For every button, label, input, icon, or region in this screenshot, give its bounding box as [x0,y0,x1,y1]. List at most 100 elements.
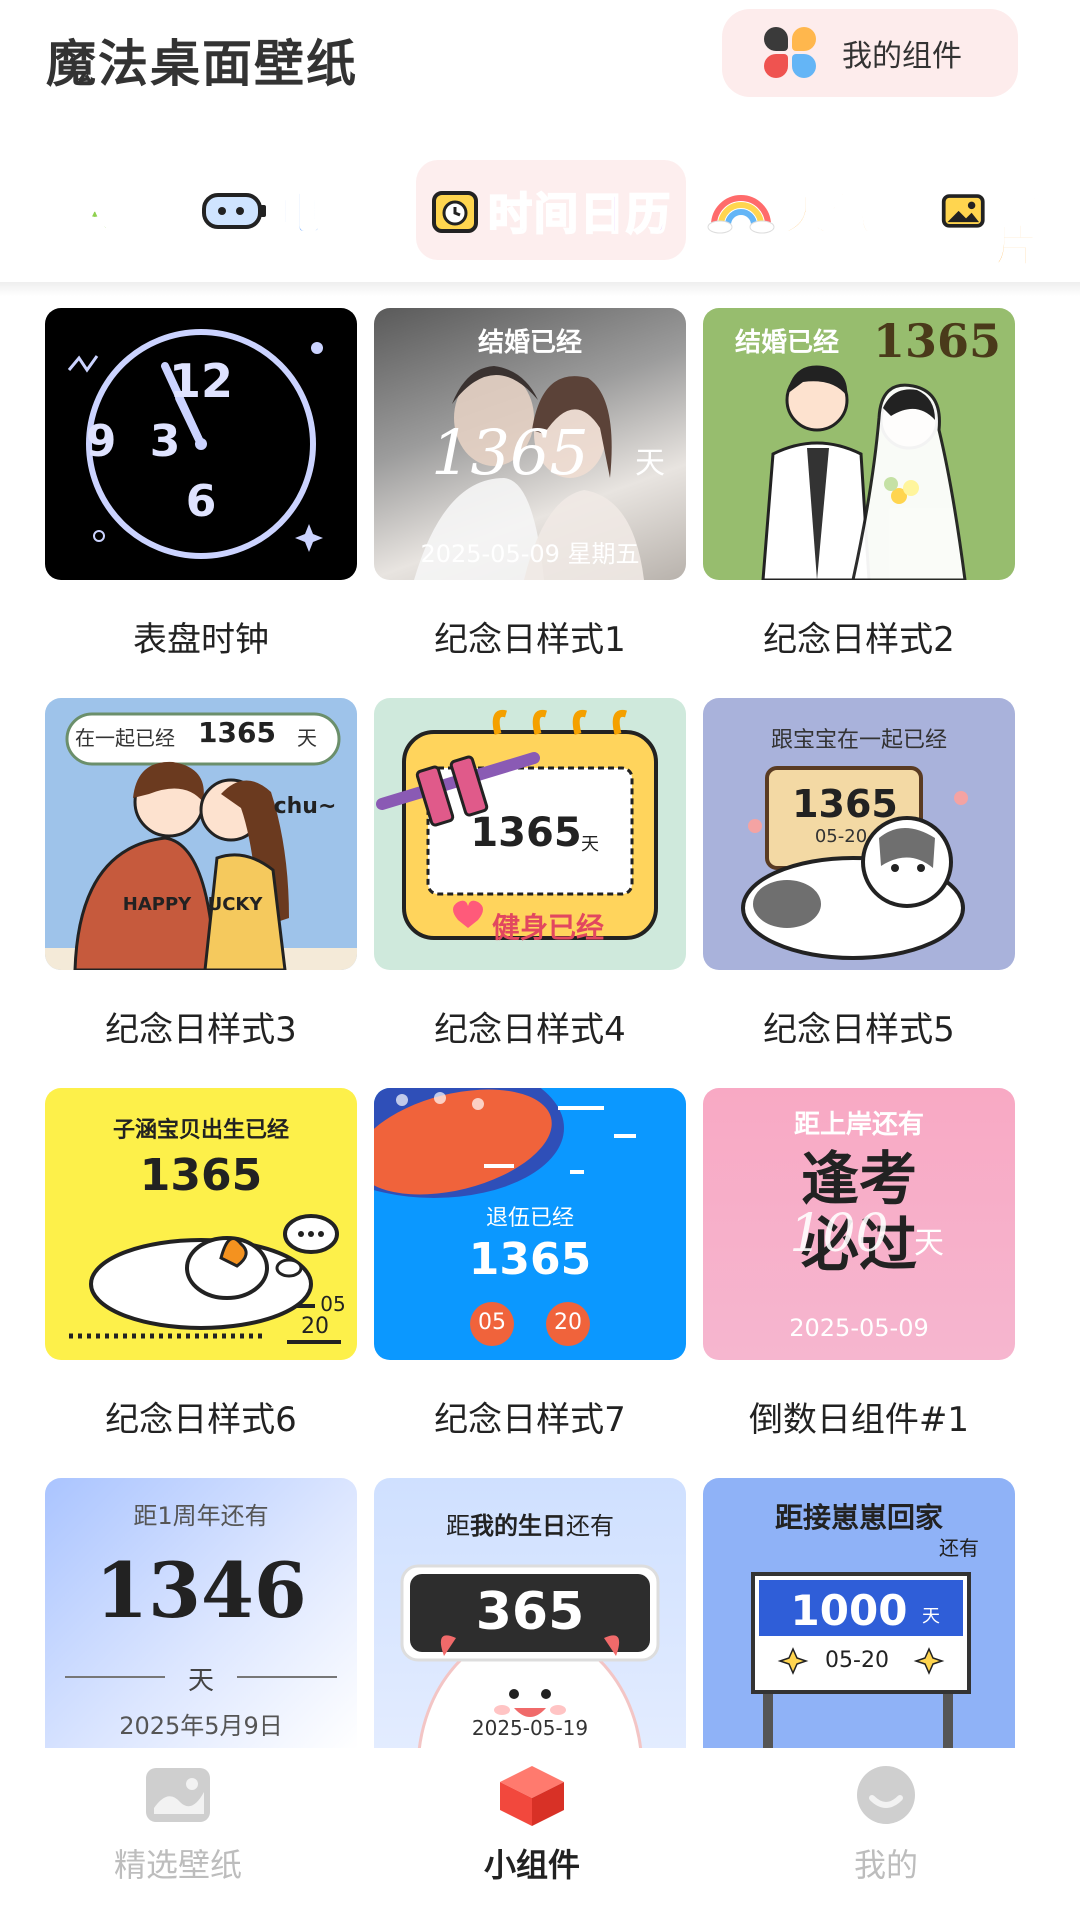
widget-preview-countdown-2: 距1周年还有 1346 天 2025年5月9日 [45,1478,357,1750]
widget-cube-icon [500,1766,564,1826]
tab-calendar[interactable]: 时间日历 [416,160,686,260]
widget-preview-countdown-1: 距上岸还有 逢考必过 100 天 2025-05-09 [703,1088,1015,1360]
anniversary-title: 子涵宝贝出生已经 [112,1118,289,1143]
nav-label: 精选壁纸 [113,1846,242,1884]
widget-card[interactable]: 退伍已经 1365 05 20 纪念日样式7 [374,1088,686,1440]
birthday-title-suffix: 还有 [566,1512,614,1540]
birthday-title-prefix: 距 [446,1512,470,1540]
nav-label: 小组件 [483,1846,580,1884]
tab-weather-label: 天气 [783,188,876,241]
countdown-unit: 天 [187,1666,214,1696]
widget-preview-clock: 12 3 6 9 [45,308,357,580]
birth-month: 05 [320,1292,346,1316]
countdown-subtitle: 还有 [939,1536,979,1560]
widget-card[interactable]: 距我的生日还有 365 2025-05-19 [374,1478,686,1750]
clock-number-12: 12 [168,354,233,408]
widget-label: 倒数日组件#1 [748,1400,970,1440]
countdown-title: 距接崽崽回家 [774,1501,943,1534]
tab-calendar-label: 时间日历 [487,188,672,241]
anniversary-title: 退伍已经 [485,1206,574,1231]
tab-fun[interactable]: 趣味 [19,160,112,260]
widget-card[interactable]: 距1周年还有 1346 天 2025年5月9日 [45,1478,357,1750]
birthday-title-emphasis: 我的生日 [470,1512,566,1540]
photo-icon [941,194,985,228]
rainbow-icon [707,195,775,234]
tab-photo-label: 照片 [993,156,1041,273]
widget-card[interactable]: 在一起已经 1365 天 chu~ HAPPY UCKY 纪念日样式3 [45,698,357,1050]
my-widgets-button[interactable]: 我的组件 [722,9,1018,97]
anniversary-date: 2025-05-09 星期五 [420,540,640,568]
birth-day: 20 [301,1314,329,1339]
countdown-date: 2025年5月9日 [119,1712,283,1740]
widget-card[interactable]: 12 3 6 9 表盘时钟 [45,308,357,660]
widget-card[interactable]: 跟宝宝在一起已经 1365 05-20 纪念日样式5 [703,698,1015,1050]
countdown-unit: 天 [922,1606,940,1627]
widget-label: 纪念日样式1 [434,620,626,660]
anniversary-title: 跟宝宝在一起已经 [770,728,947,753]
app-title: 魔法桌面壁纸 [46,35,358,93]
tab-weather[interactable]: 天气 [706,160,876,260]
widget-label: 纪念日样式4 [434,1010,626,1050]
countdown-title: 距上岸还有 [793,1110,924,1140]
tab-battery[interactable]: 电量 [200,160,370,260]
countdown-date: 05-20 [825,1648,889,1673]
anniversary-day: 20 [554,1310,582,1335]
nav-item-widgets[interactable]: 小组件 [412,1764,652,1886]
countdown-unit: 天 [914,1226,944,1261]
widget-preview-anniversary-3: 在一起已经 1365 天 chu~ HAPPY UCKY [45,698,357,970]
nav-label: 我的 [853,1846,918,1884]
widget-preview-anniversary-4: 1365 天 健身已经 [374,698,686,970]
widget-card[interactable]: 距上岸还有 逢考必过 100 天 2025-05-09 倒数日组件#1 [703,1088,1015,1440]
widget-preview-anniversary-7: 退伍已经 1365 05 20 [374,1088,686,1360]
profile-icon [857,1766,915,1824]
anniversary-unit: 天 [635,446,665,481]
tab-photo[interactable]: 照片 [940,156,1080,273]
widget-label: 纪念日样式3 [105,1010,297,1050]
nav-item-profile[interactable]: 我的 [766,1764,1006,1886]
widget-card[interactable]: 结婚已经 1365 天 2025-05-09 星期五 纪念日样式1 [374,308,686,660]
widget-label: 纪念日样式2 [763,620,955,660]
anniversary-title: 结婚已经 [477,328,582,358]
tab-battery-label: 电量 [277,188,370,241]
widget-preview-anniversary-2: 结婚已经 1365 [703,308,1015,580]
anniversary-number: 1365 [792,782,898,826]
widget-preview-anniversary-5: 跟宝宝在一起已经 1365 05-20 [703,698,1015,970]
anniversary-unit: 天 [581,834,599,855]
bottom-nav: 精选壁纸 小组件 我的 [0,1748,1080,1920]
calendar-clock-icon [432,191,478,233]
my-widgets-label: 我的组件 [842,39,962,74]
tab-fun-label: 趣味 [19,188,112,241]
chu-text: chu~ [273,794,337,819]
widget-preview-countdown-3: 距我的生日还有 365 2025-05-19 [374,1478,686,1750]
widget-preview-countdown-4: 距接崽崽回家 还有 1000 天 05-20 [703,1478,1015,1750]
countdown-date: 2025-05-09 [789,1314,929,1342]
widget-card[interactable]: 1365 天 健身已经 纪念日样式4 [374,698,686,1050]
widget-label: 纪念日样式6 [105,1400,297,1440]
widget-card[interactable]: 距接崽崽回家 还有 1000 天 05-20 [703,1478,1015,1750]
anniversary-number: 1365 [468,1234,592,1285]
anniversary-number: 1365 [139,1150,263,1201]
clock-number-6: 6 [185,476,217,527]
widget-label: 表盘时钟 [133,620,269,660]
anniversary-footer: 健身已经 [491,911,604,944]
widget-card[interactable]: 子涵宝贝出生已经 1365 05 20 纪念日样式6 [45,1088,357,1440]
widget-preview-anniversary-1: 结婚已经 1365 天 2025-05-09 星期五 [374,308,686,580]
widget-label: 纪念日样式5 [763,1010,955,1050]
app-header: 魔法桌面壁纸 我的组件 [0,0,1080,110]
widget-preview-anniversary-6: 子涵宝贝出生已经 1365 05 20 [45,1088,357,1360]
category-tabs: 趣味 电量 时间日历 天气 照片 [0,156,1080,273]
countdown-title: 距1周年还有 [133,1502,269,1530]
nav-item-wallpapers[interactable]: 精选壁纸 [58,1764,298,1886]
anniversary-number: 1365 [872,314,1002,368]
clock-number-9: 9 [85,416,117,467]
shirt-text-b: UCKY [207,894,263,915]
anniversary-unit: 天 [297,726,317,750]
countdown-number: 1346 [95,1546,307,1635]
anniversary-date: 05-20 [814,826,868,847]
widget-label: 纪念日样式7 [434,1400,626,1440]
countdown-number: 365 [475,1582,585,1642]
countdown-date: 2025-05-19 [471,1716,589,1740]
wallpaper-icon [146,1768,210,1822]
birthday-title: 距我的生日还有 [374,1506,686,1541]
widget-card[interactable]: 结婚已经 1365 纪念日样式2 [703,308,1015,660]
